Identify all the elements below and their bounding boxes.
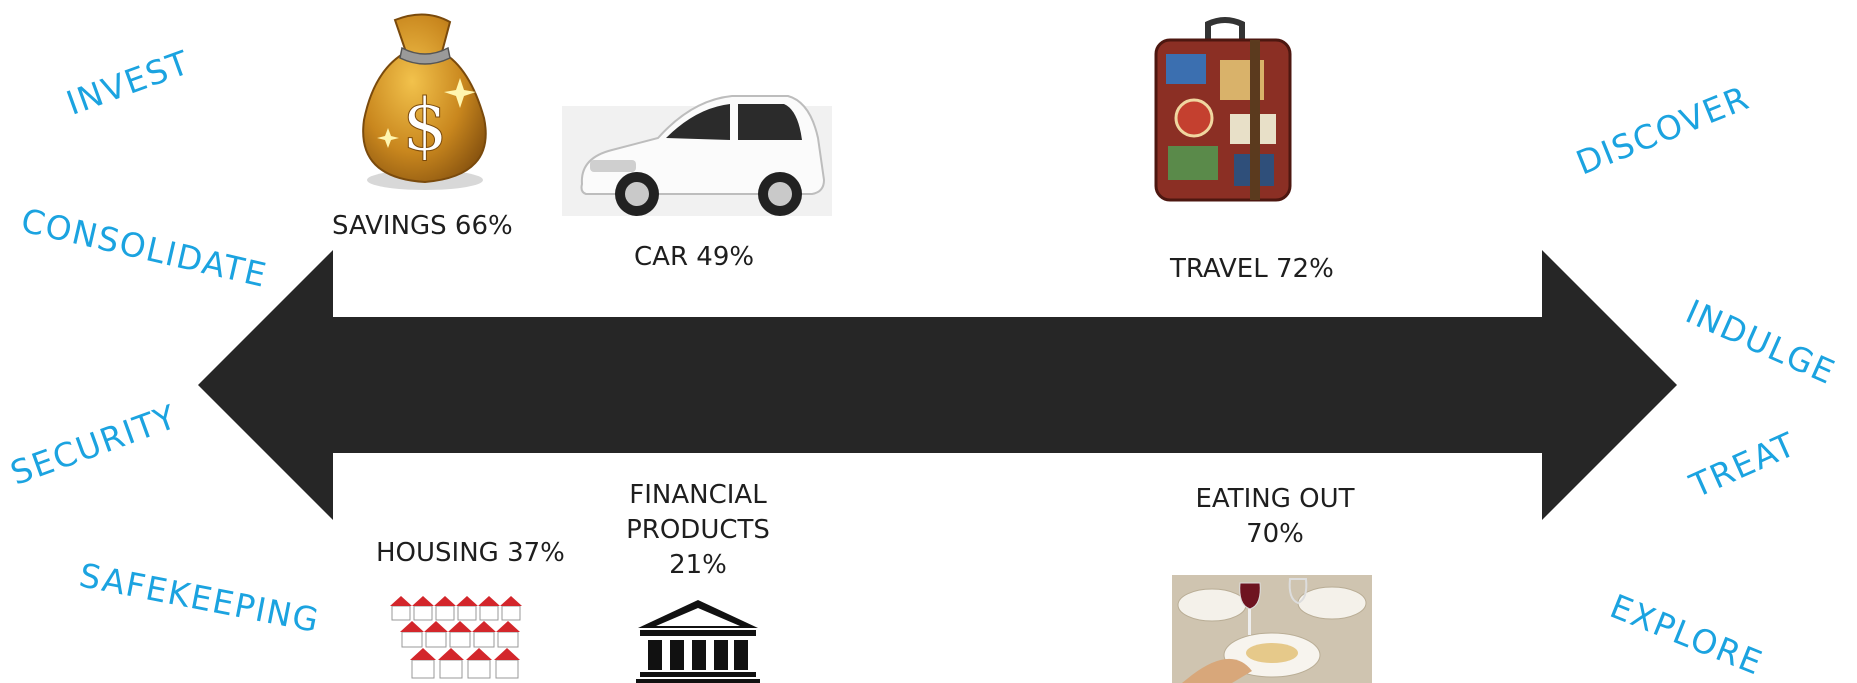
- label-eating-out: EATING OUT 70%: [1185, 482, 1365, 552]
- label-car: CAR 49%: [634, 242, 755, 272]
- svg-text:$: $: [402, 83, 448, 167]
- label-housing: HOUSING 37%: [376, 538, 565, 568]
- dining-table-icon: [1172, 575, 1372, 683]
- houses-icon: [390, 596, 522, 679]
- label-financial-line1: FINANCIAL: [629, 480, 767, 510]
- label-financial-line2: PRODUCTS: [626, 515, 770, 545]
- suitcase-icon: [1154, 17, 1292, 202]
- diagram-canvas: INVEST CONSOLIDATE SECURITY SAFEKEEPING …: [0, 0, 1857, 683]
- double-arrow: [198, 250, 1677, 520]
- money-bag-icon: $: [362, 13, 487, 190]
- label-eating-line1: EATING OUT: [1195, 484, 1355, 514]
- car-icon: [562, 95, 832, 216]
- bank-building-icon: [636, 600, 760, 683]
- label-financial-products: FINANCIAL PRODUCTS 21%: [620, 478, 776, 583]
- label-travel: TRAVEL 72%: [1170, 254, 1334, 284]
- label-eating-line2: 70%: [1246, 519, 1304, 549]
- label-savings: SAVINGS 66%: [332, 211, 513, 241]
- label-financial-line3: 21%: [669, 550, 727, 580]
